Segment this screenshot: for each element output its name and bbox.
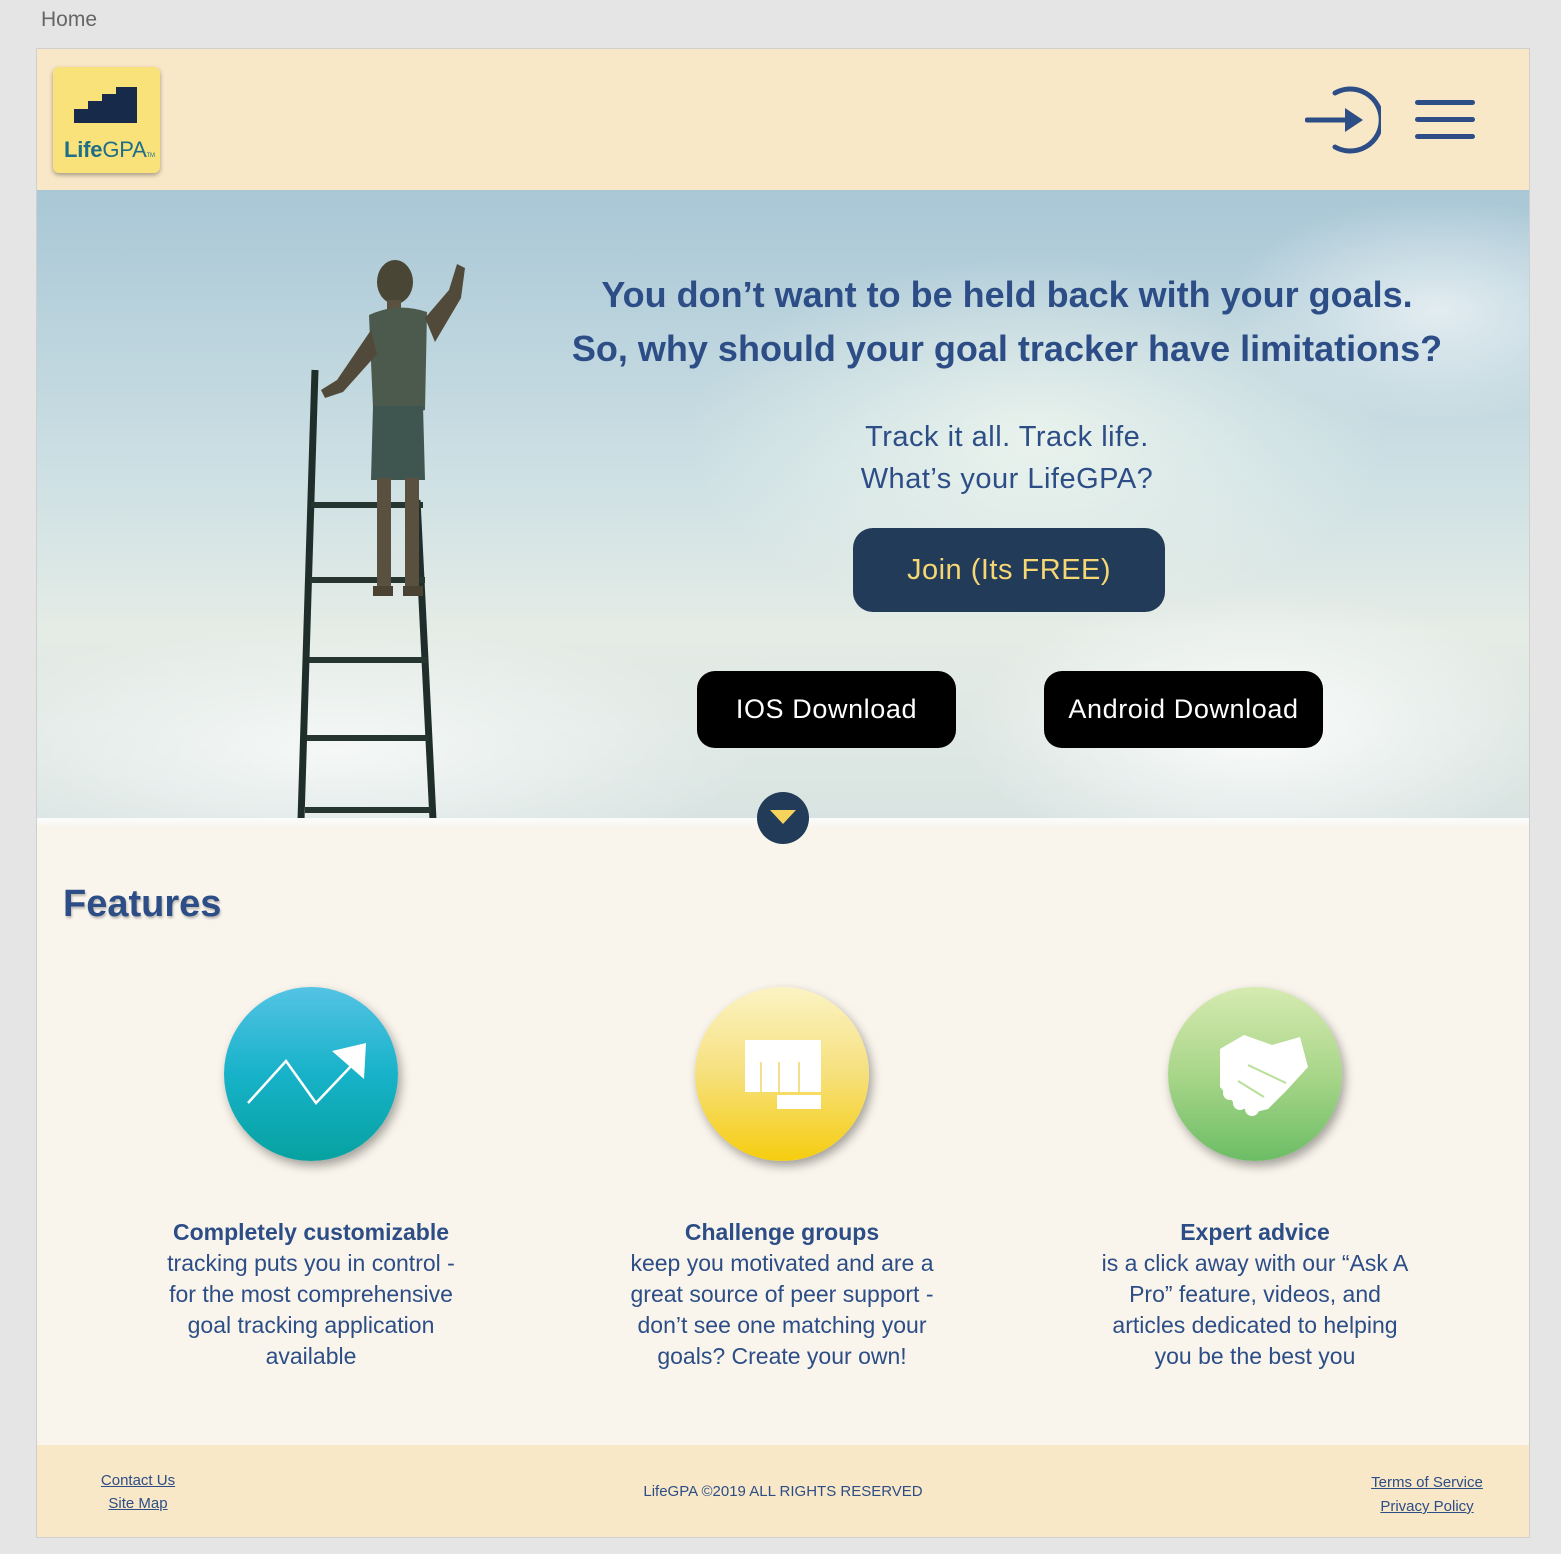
feature-challenge-groups: Challenge groups keep you motivated and … bbox=[602, 987, 962, 1372]
feature-title: Completely customizable bbox=[172, 1219, 450, 1245]
features-heading: Features bbox=[63, 883, 222, 925]
terms-of-service-link[interactable]: Terms of Service bbox=[1359, 1471, 1495, 1495]
ladder-boy-illustration bbox=[297, 260, 465, 818]
hamburger-menu-icon bbox=[1415, 100, 1475, 139]
feature-circle-yellow bbox=[695, 987, 869, 1161]
hero-headline-line2: So, why should your goal tracker have li… bbox=[571, 328, 1443, 369]
chevron-down-icon bbox=[770, 810, 796, 824]
scroll-down-button[interactable] bbox=[757, 792, 809, 844]
logo-wordmark: LifeGPATM bbox=[64, 137, 155, 162]
android-download-button[interactable]: Android Download bbox=[1044, 671, 1323, 748]
join-button[interactable]: Join (Its FREE) bbox=[853, 528, 1165, 612]
footer-right-links: Terms of Service Privacy Policy bbox=[1359, 1471, 1495, 1519]
site-header: LifeGPATM bbox=[37, 49, 1529, 190]
stairs-logo-icon bbox=[74, 87, 137, 123]
handshake-icon bbox=[1220, 1035, 1308, 1116]
feature-circle-blue bbox=[224, 987, 398, 1161]
hero-section: You don’t want to be held back with your… bbox=[37, 190, 1529, 818]
login-button[interactable] bbox=[1304, 85, 1384, 155]
hero-tagline-line1: Track it all. Track life. bbox=[865, 421, 1149, 453]
feature-description: keep you motivated and are a great sourc… bbox=[630, 1250, 934, 1369]
copyright: LifeGPA ©2019 ALL RIGHTS RESERVED bbox=[643, 1483, 923, 1500]
sign-in-icon bbox=[1304, 86, 1384, 154]
feature-expert-advice: Expert advice is a click away with our “… bbox=[1075, 987, 1435, 1372]
trend-arrow-icon bbox=[247, 1043, 366, 1105]
feature-customizable: Completely customizable tracking puts yo… bbox=[131, 987, 491, 1372]
hero-tagline-line2: What’s your LifeGPA? bbox=[860, 463, 1154, 495]
menu-button[interactable] bbox=[1413, 98, 1477, 142]
hero-headline-line1: You don’t want to be held back with your… bbox=[601, 274, 1413, 315]
ios-download-button[interactable]: IOS Download bbox=[697, 671, 956, 748]
feature-description: tracking puts you in control - for the m… bbox=[167, 1250, 455, 1369]
site-footer: Contact Us Site Map LifeGPA ©2019 ALL RI… bbox=[37, 1445, 1529, 1537]
hero-tagline: Track it all. Track life. What’s your Li… bbox=[757, 416, 1257, 500]
fist-icon bbox=[745, 1040, 821, 1109]
artboard-label: Home bbox=[41, 8, 98, 31]
feature-title: Challenge groups bbox=[684, 1219, 880, 1245]
page-frame: LifeGPATM You don’t want to be held back… bbox=[36, 48, 1530, 1538]
hero-headline: You don’t want to be held back with your… bbox=[517, 268, 1497, 376]
feature-circle-green bbox=[1168, 987, 1342, 1161]
feature-description: is a click away with our “Ask A Pro” fea… bbox=[1101, 1250, 1409, 1369]
feature-title: Expert advice bbox=[1180, 1219, 1330, 1245]
logo[interactable]: LifeGPATM bbox=[53, 67, 160, 173]
privacy-policy-link[interactable]: Privacy Policy bbox=[1359, 1495, 1495, 1519]
